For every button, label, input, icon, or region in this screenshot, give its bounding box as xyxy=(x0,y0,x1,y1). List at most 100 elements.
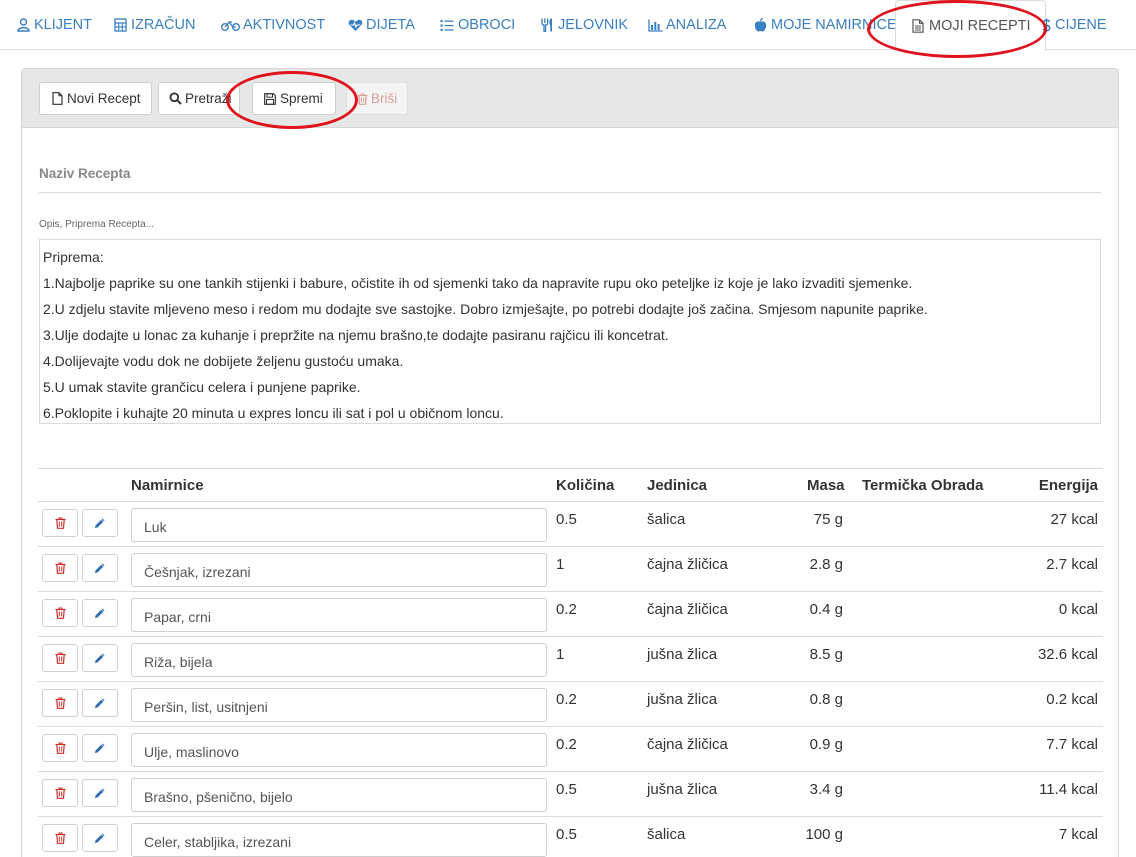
food-input[interactable]: Luk xyxy=(131,508,547,542)
nav-label: DIJETA xyxy=(366,17,415,33)
heartbeat-icon xyxy=(347,17,363,33)
food-input[interactable]: Papar, crni xyxy=(131,598,547,632)
delete-row-button[interactable] xyxy=(42,599,78,627)
nav-label: AKTIVNOST xyxy=(243,17,326,33)
energy-cell: 2.7 kcal xyxy=(1046,556,1098,573)
delete-row-button[interactable] xyxy=(42,509,78,537)
pencil-icon xyxy=(94,562,106,574)
mass-cell: 2.8 g xyxy=(809,556,843,573)
table-row: Peršin, list, usitnjeni 0.2 jušna žlica 0.8… xyxy=(38,682,1103,727)
new-recipe-button[interactable]: Novi Recept xyxy=(39,82,152,115)
quantity-cell: 0.5 xyxy=(556,826,577,843)
food-name: Papar, crni xyxy=(144,609,211,625)
column-header-energy: Energija xyxy=(1038,477,1098,494)
unit-cell: šalica xyxy=(647,826,686,843)
column-header-unit: Jedinica xyxy=(647,477,708,494)
recipe-name-placeholder: Naziv Recepta xyxy=(39,166,131,181)
nav-label: MOJE NAMIRNICE xyxy=(771,17,897,33)
table-row: Luk 0.5 šalica 75 g 27 kcal xyxy=(38,502,1103,547)
nav-item-analiza[interactable]: ANALIZA xyxy=(647,0,726,50)
nav-item-jelovnik[interactable]: JELOVNIK xyxy=(539,0,628,50)
food-input[interactable]: Brašno, pšenično, bijelo xyxy=(131,778,547,812)
unit-cell: šalica xyxy=(647,511,686,528)
food-input[interactable]: Ulje, maslinovo xyxy=(131,733,547,767)
nav-label: MOJI RECEPTI xyxy=(929,17,1031,34)
unit-cell: čajna žličica xyxy=(647,556,728,573)
search-button[interactable]: Pretraži xyxy=(158,82,240,115)
file-icon xyxy=(50,92,64,106)
food-input[interactable]: Celer, stabljika, izrezani xyxy=(131,823,547,857)
apple-icon xyxy=(752,17,768,33)
unit-cell: čajna žličica xyxy=(647,601,728,618)
pencil-icon xyxy=(94,787,106,799)
nav-item-obroci[interactable]: OBROCI xyxy=(439,0,515,50)
user-icon xyxy=(15,17,31,33)
delete-row-button[interactable] xyxy=(42,644,78,672)
nav-item-dijeta[interactable]: DIJETA xyxy=(347,0,415,50)
quantity-cell: 0.5 xyxy=(556,511,577,528)
pencil-icon xyxy=(94,517,106,529)
description-textarea[interactable]: Priprema: 1.Najbolje paprike su one tank… xyxy=(39,239,1101,424)
edit-row-button[interactable] xyxy=(82,599,118,627)
mass-cell: 0.9 g xyxy=(809,736,843,753)
table-row: Papar, crni 0.2 čajna žličica 0.4 g 0 kcal xyxy=(38,592,1103,637)
energy-cell: 32.6 kcal xyxy=(1037,646,1098,663)
energy-cell: 11.4 kcal xyxy=(1039,781,1098,798)
nav-label: JELOVNIK xyxy=(558,17,629,33)
mass-cell: 100 g xyxy=(805,826,843,843)
top-nav: KLIJENT IZRAČUN AKTIVNOST DIJETA OBROCI … xyxy=(0,0,1136,51)
recipe-name-input[interactable]: Naziv Recepta xyxy=(39,158,1101,193)
delete-button[interactable]: Briši xyxy=(346,82,408,115)
nav-item-moje-namirnice[interactable]: MOJE NAMIRNICE xyxy=(752,0,897,50)
toolbar: Novi Recept Pretraži Spremi Briši xyxy=(22,69,1118,128)
floppy-disk-icon xyxy=(263,92,277,106)
calculator-icon xyxy=(112,17,128,33)
quantity-cell: 0.2 xyxy=(556,601,577,618)
quantity-cell: 0.2 xyxy=(556,691,577,708)
column-header-food: Namirnice xyxy=(131,477,204,494)
energy-cell: 0 kcal xyxy=(1058,601,1098,618)
trash-icon xyxy=(55,652,66,664)
delete-row-button[interactable] xyxy=(42,779,78,807)
nav-item-moji-recepti[interactable]: MOJI RECEPTI xyxy=(895,0,1046,51)
food-name: Luk xyxy=(144,519,167,535)
food-input[interactable]: Peršin, list, usitnjeni xyxy=(131,688,547,722)
delete-row-button[interactable] xyxy=(42,554,78,582)
nav-label: ANALIZA xyxy=(666,17,727,33)
description-label: Opis, Priprema Recepta... xyxy=(39,219,155,230)
edit-row-button[interactable] xyxy=(82,779,118,807)
energy-cell: 7.7 kcal xyxy=(1046,736,1098,753)
nav-item-izracun[interactable]: IZRAČUN xyxy=(112,0,195,50)
save-button[interactable]: Spremi xyxy=(252,82,336,115)
food-input[interactable]: Riža, bijela xyxy=(131,643,547,677)
nav-item-cijene[interactable]: CIJENE xyxy=(1040,0,1107,50)
trash-icon xyxy=(55,607,66,619)
trash-icon xyxy=(55,562,66,574)
description-line: 6.Poklopite i kuhajte 20 minuta u expres… xyxy=(43,405,504,421)
food-name: Riža, bijela xyxy=(144,654,213,670)
dollar-icon xyxy=(1040,17,1052,33)
save-label: Spremi xyxy=(280,91,323,106)
table-row: Riža, bijela 1 jušna žlica 8.5 g 32.6 kcal xyxy=(38,637,1103,682)
nav-item-aktivnost[interactable]: AKTIVNOST xyxy=(220,0,325,50)
description-line: 4.Dolijevajte vodu dok ne dobijete želje… xyxy=(43,353,404,369)
table-row: Brašno, pšenično, bijelo 0.5 jušna žlica 3.… xyxy=(38,772,1103,817)
edit-row-button[interactable] xyxy=(82,734,118,762)
trash-icon xyxy=(55,517,66,529)
edit-row-button[interactable] xyxy=(82,509,118,537)
food-name: Češnjak, izrezani xyxy=(144,564,251,580)
trash-icon xyxy=(357,92,368,106)
edit-row-button[interactable] xyxy=(82,554,118,582)
delete-row-button[interactable] xyxy=(42,824,78,852)
delete-row-button[interactable] xyxy=(42,734,78,762)
pencil-icon xyxy=(94,742,106,754)
edit-row-button[interactable] xyxy=(82,824,118,852)
delete-row-button[interactable] xyxy=(42,689,78,717)
edit-row-button[interactable] xyxy=(82,689,118,717)
food-input[interactable]: Češnjak, izrezani xyxy=(131,553,547,587)
edit-row-button[interactable] xyxy=(82,644,118,672)
pencil-icon xyxy=(94,832,106,844)
nav-item-klijent[interactable]: KLIJENT xyxy=(15,0,92,50)
unit-cell: jušna žlica xyxy=(647,646,718,663)
mass-cell: 0.8 g xyxy=(809,691,843,708)
